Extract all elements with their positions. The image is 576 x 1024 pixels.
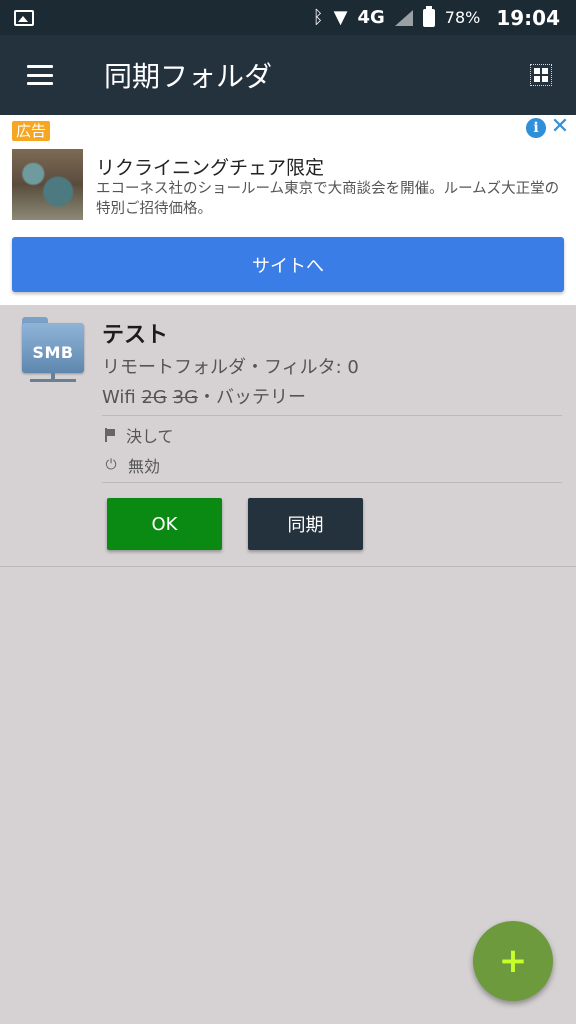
battery-icon xyxy=(422,5,435,27)
menu-button[interactable] xyxy=(0,35,80,115)
grid-icon xyxy=(534,68,540,74)
cond-battery: ・バッテリー xyxy=(198,387,307,408)
ad-info-icon[interactable]: i xyxy=(526,118,546,138)
status-bar: ᛒ ▼ 4G 78% 19:04 xyxy=(0,0,576,35)
bluetooth-icon: ᛒ xyxy=(312,6,324,28)
flag-icon xyxy=(104,428,116,442)
smb-folder-icon: SMB xyxy=(22,317,84,382)
battery-percent: 78% xyxy=(444,8,481,27)
power-text: 無効 xyxy=(128,457,161,476)
clock: 19:04 xyxy=(496,5,560,30)
wifi-icon: ▼ xyxy=(333,6,348,28)
ok-button[interactable]: OK xyxy=(107,498,222,550)
folder-card[interactable]: SMB テスト リモートフォルダ・フィルタ: 0 Wifi 2G 3G・バッテリ… xyxy=(0,305,576,567)
cond-3g: 3G xyxy=(172,387,199,408)
ad-cta-button[interactable]: サイトへ xyxy=(12,237,564,292)
page-title: 同期フォルダ xyxy=(104,60,273,93)
app-bar: 同期フォルダ xyxy=(0,35,576,115)
ad-title[interactable]: リクライニングチェア限定 xyxy=(96,153,324,180)
network-type: 4G xyxy=(357,7,385,28)
ad-banner[interactable]: 広告 i ✕ リクライニングチェア限定 エコーネス社のショールーム東京で大商談会… xyxy=(0,115,576,305)
mode-row: 決して xyxy=(104,423,174,447)
power-icon: ⏻ xyxy=(105,457,117,473)
mode-text: 決して xyxy=(126,427,174,446)
signal-icon xyxy=(394,9,413,26)
divider xyxy=(102,482,562,483)
power-row: ⏻ 無効 xyxy=(104,453,160,477)
ad-label: 広告 xyxy=(12,121,51,141)
folder-subtitle: リモートフォルダ・フィルタ: 0 xyxy=(102,357,359,378)
plus-icon: + xyxy=(498,941,528,981)
ad-description: エコーネス社のショールーム東京で大商談会を開催。ルームズ大正堂の特別ご招待価格。 xyxy=(96,181,560,217)
status-icons: ᛒ ▼ 4G 78% 19:04 xyxy=(312,5,560,30)
card-divider xyxy=(0,566,576,567)
folder-name: テスト xyxy=(102,323,169,348)
hamburger-icon xyxy=(27,65,53,85)
gallery-icon xyxy=(14,9,34,26)
cond-2g: 2G xyxy=(141,387,167,408)
cond-wifi: Wifi xyxy=(102,387,136,408)
folder-icon-label: SMB xyxy=(32,343,74,362)
divider xyxy=(102,415,562,416)
ad-image[interactable] xyxy=(12,149,83,220)
sync-button[interactable]: 同期 xyxy=(248,498,363,550)
add-folder-button[interactable]: + xyxy=(473,921,553,1001)
grid-view-button[interactable] xyxy=(530,64,552,86)
ad-close-icon[interactable]: ✕ xyxy=(548,115,572,139)
folder-conditions: Wifi 2G 3G・バッテリー xyxy=(102,383,306,409)
